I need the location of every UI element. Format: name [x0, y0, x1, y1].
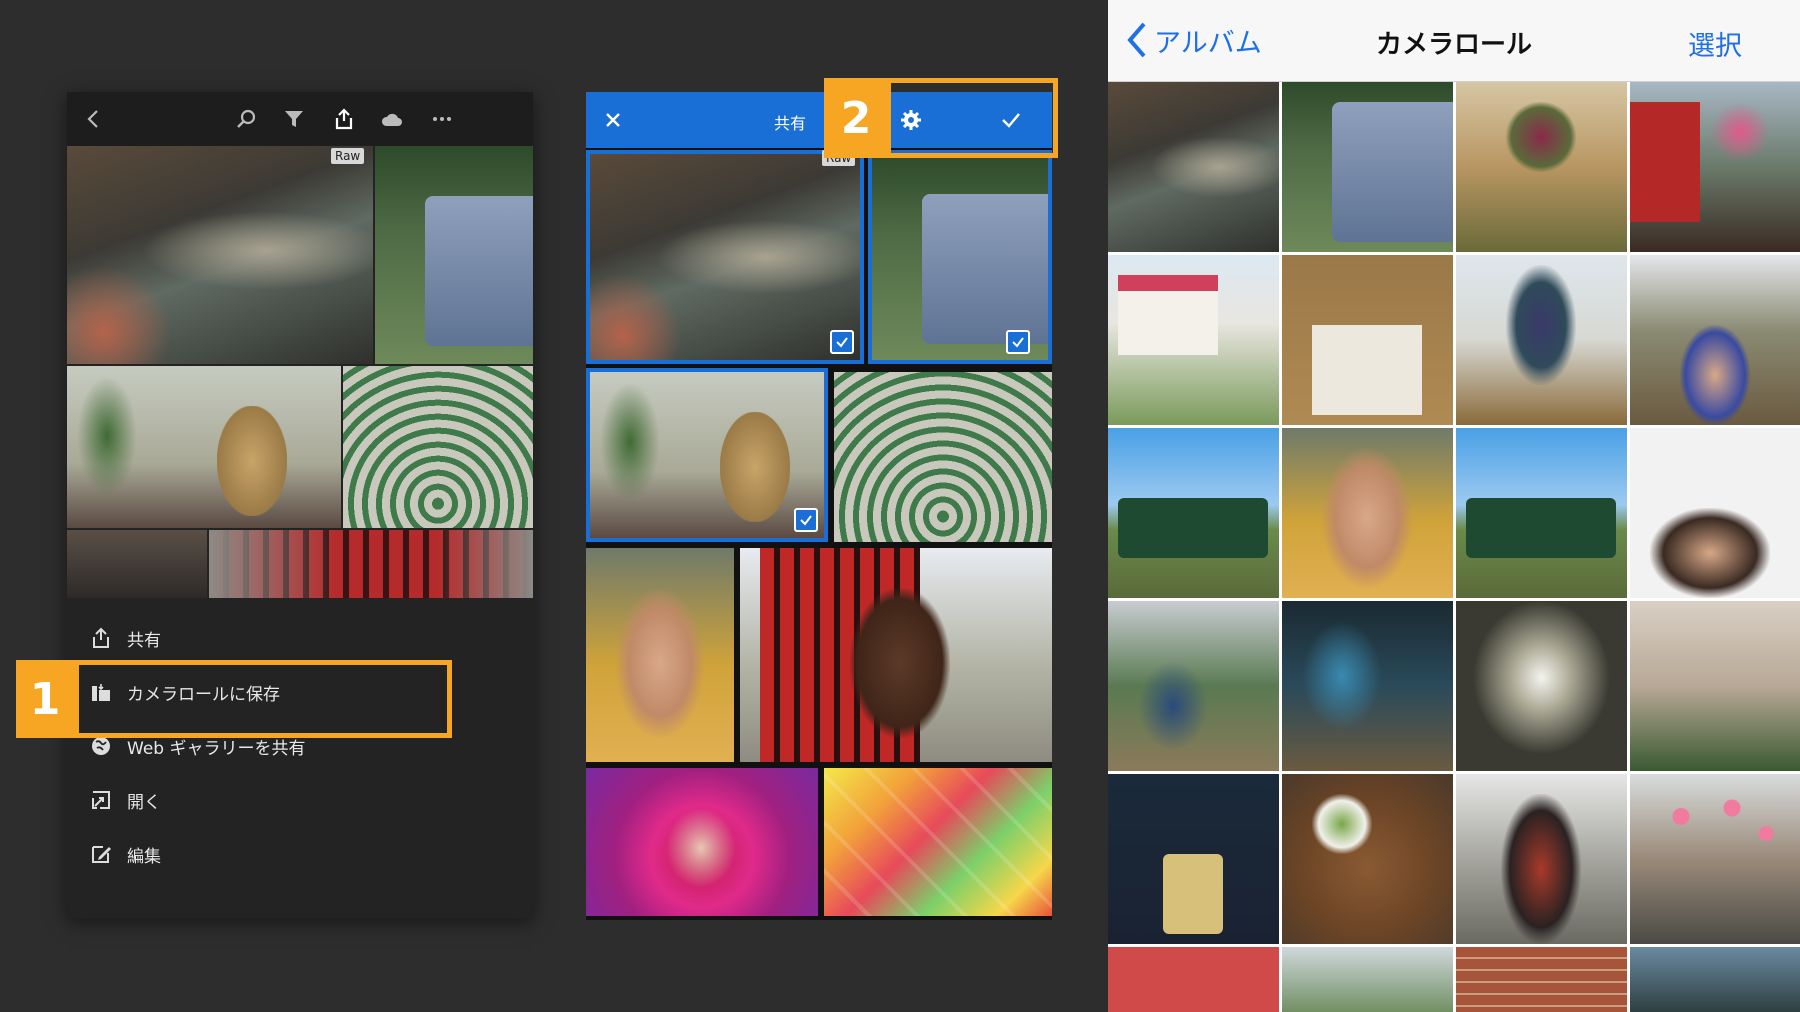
- search-icon[interactable]: [231, 104, 261, 134]
- menu-item-label: 共有: [127, 630, 161, 651]
- camera-roll-panel: アルバム カメラロール 選択: [1108, 0, 1800, 1012]
- menu-item-edit[interactable]: 編集: [67, 826, 533, 882]
- selected-checkbox[interactable]: [794, 508, 818, 532]
- thumb-street-houses[interactable]: [1630, 601, 1800, 771]
- cloud-icon[interactable]: [377, 104, 407, 134]
- thumb-fisherman[interactable]: [1108, 82, 1279, 252]
- menu-item-share[interactable]: 共有: [67, 610, 533, 666]
- callout-1-highlight: [74, 660, 452, 738]
- thumb-brick-wall[interactable]: [1456, 947, 1627, 1012]
- filter-icon[interactable]: [279, 104, 309, 134]
- thumb-armchair[interactable]: [1108, 774, 1279, 944]
- thumb-camping[interactable]: [1108, 601, 1279, 771]
- thumb-hand-river[interactable]: [1630, 255, 1800, 425]
- more-icon[interactable]: [427, 104, 457, 134]
- photo-grid: Raw: [67, 146, 533, 598]
- thumb-hiker-gear[interactable]: [1282, 601, 1453, 771]
- share-icon: [87, 624, 115, 652]
- photo-plaid-shirt[interactable]: [209, 530, 533, 598]
- thumb-green-truck[interactable]: [1108, 428, 1279, 598]
- edit-icon: [87, 840, 115, 868]
- photo-portrait[interactable]: [67, 530, 207, 598]
- share-icon[interactable]: [329, 104, 359, 134]
- library-toolbar: [67, 92, 533, 146]
- open-icon: [87, 786, 115, 814]
- photo-leaf-pattern[interactable]: [343, 366, 533, 528]
- thumb-house-bike[interactable]: [1108, 255, 1279, 425]
- selected-checkbox[interactable]: [1006, 330, 1030, 354]
- selection-frame: [586, 150, 864, 364]
- back-icon[interactable]: [79, 104, 109, 134]
- callout-1-number: 1: [16, 660, 74, 738]
- selected-checkbox[interactable]: [830, 330, 854, 354]
- thumb-jumping-girl[interactable]: [1456, 255, 1627, 425]
- thumb-green-truck-2[interactable]: [1456, 428, 1627, 598]
- photo-upside-down-man[interactable]: [586, 548, 734, 762]
- thumb-upside-down-man[interactable]: [1282, 428, 1453, 598]
- photo-truck[interactable]: [375, 146, 533, 364]
- menu-item-open[interactable]: 開く: [67, 772, 533, 828]
- thumb-sketchbook[interactable]: [1282, 255, 1453, 425]
- photo-fisherman[interactable]: [67, 146, 373, 364]
- photo-living-room[interactable]: [67, 366, 341, 528]
- select-button[interactable]: 選択: [1688, 24, 1742, 63]
- callout-2-highlight: [886, 78, 1058, 158]
- thumb-table-food[interactable]: [1282, 774, 1453, 944]
- library-panel: Raw 共有 カメラロールに保存 Web ギャラリーを共有 開く 編集: [67, 92, 533, 918]
- raw-badge: Raw: [331, 148, 365, 164]
- thumb-couple-truck[interactable]: [1630, 82, 1800, 252]
- ios-navbar: アルバム カメラロール 選択: [1108, 0, 1800, 82]
- thumb-tree[interactable]: [1282, 947, 1453, 1012]
- photo-flowers[interactable]: [586, 768, 818, 916]
- thumb-truck[interactable]: [1282, 82, 1453, 252]
- callout-2-number: 2: [824, 78, 888, 158]
- thumb-woman-holding[interactable]: [1456, 82, 1627, 252]
- share-selection-panel: 共有 Raw: [586, 92, 1052, 920]
- menu-item-label: 編集: [127, 846, 161, 867]
- thumb-red-door[interactable]: [1108, 947, 1279, 1012]
- thumb-city-trees[interactable]: [1630, 947, 1800, 1012]
- thumb-lanterns-alley[interactable]: [1630, 774, 1800, 944]
- selection-toolbar-title: 共有: [774, 114, 807, 133]
- thumb-curly-hair[interactable]: [1630, 428, 1800, 598]
- thumb-woman-street[interactable]: [1456, 774, 1627, 944]
- selection-frame: [586, 368, 828, 542]
- menu-item-label: 開く: [127, 792, 161, 813]
- close-icon[interactable]: [598, 105, 628, 135]
- photo-colorful-mural[interactable]: [824, 768, 1052, 916]
- photo-dog-plaid[interactable]: [740, 548, 1052, 762]
- thumb-tunnel[interactable]: [1456, 601, 1627, 771]
- photo-leaf-pattern[interactable]: [834, 372, 1052, 542]
